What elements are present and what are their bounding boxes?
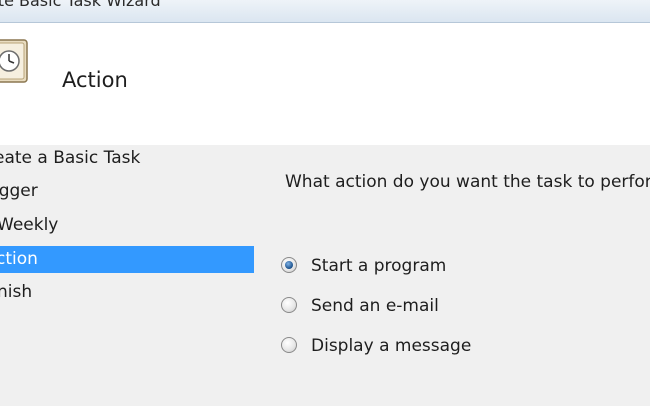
option-start-program[interactable]: Start a program [281,254,581,278]
radio-display-message[interactable] [281,337,297,353]
step-label: nish [0,282,33,302]
step-label: eate a Basic Task [0,148,141,168]
wizard-header: Action [0,23,650,145]
option-send-email[interactable]: Send an e-mail [281,294,581,318]
wizard-steps-sidebar: eate a Basic Task igger Weekly ction nis… [0,145,254,406]
action-question: What action do you want the task to perf… [285,172,650,192]
title-bar: ate Basic Task Wizard [0,0,650,23]
step-finish[interactable]: nish [0,279,254,306]
option-label: Start a program [311,256,447,276]
clock-icon [0,39,28,83]
step-label: ction [0,249,38,269]
step-weekly[interactable]: Weekly [0,212,254,239]
option-label: Send an e-mail [311,296,439,316]
step-trigger[interactable]: igger [0,178,254,205]
option-label: Display a message [311,336,472,356]
action-content-panel: What action do you want the task to perf… [254,145,650,406]
step-label: Weekly [0,215,59,235]
step-label: igger [0,181,38,201]
page-title: Action [62,68,128,92]
radio-send-email[interactable] [281,297,297,313]
step-action[interactable]: ction [0,246,254,273]
option-display-message[interactable]: Display a message [281,334,581,358]
radio-start-program[interactable] [281,257,297,273]
window-title: ate Basic Task Wizard [0,0,161,10]
step-create-basic-task[interactable]: eate a Basic Task [0,145,254,172]
